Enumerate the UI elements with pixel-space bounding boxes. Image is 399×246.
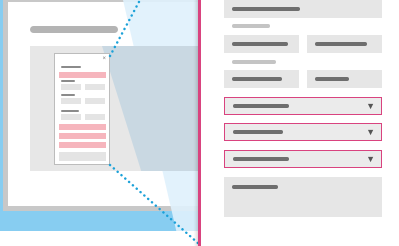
text-input[interactable] bbox=[224, 35, 299, 53]
select-dropdown[interactable]: ▼ bbox=[224, 123, 382, 141]
illustration: × ▼ ▼ ▼ bbox=[0, 0, 399, 246]
mini-input bbox=[61, 84, 81, 90]
mini-label-placeholder bbox=[61, 80, 75, 82]
select-value-placeholder bbox=[233, 104, 289, 108]
mini-input bbox=[85, 98, 105, 104]
input-value-placeholder bbox=[315, 42, 367, 46]
mini-select-error bbox=[59, 124, 106, 130]
mini-label-placeholder bbox=[61, 94, 75, 96]
text-input[interactable] bbox=[307, 70, 382, 88]
text-input[interactable] bbox=[224, 70, 299, 88]
text-area[interactable] bbox=[224, 177, 382, 217]
mini-form-panel: × bbox=[54, 53, 110, 165]
textarea-value-placeholder bbox=[232, 185, 278, 189]
caret-down-icon: ▼ bbox=[366, 101, 375, 111]
screen-title-placeholder bbox=[30, 26, 118, 33]
heading-placeholder bbox=[232, 7, 300, 11]
input-value-placeholder bbox=[232, 77, 282, 81]
mini-select-error bbox=[59, 72, 106, 78]
mini-input bbox=[61, 114, 81, 120]
input-value-placeholder bbox=[232, 42, 288, 46]
mini-select-error bbox=[59, 142, 106, 148]
select-value-placeholder bbox=[233, 157, 289, 161]
mini-select-error bbox=[59, 133, 106, 139]
form-panel: ▼ ▼ ▼ bbox=[198, 0, 399, 246]
caret-down-icon: ▼ bbox=[366, 127, 375, 137]
field-caption bbox=[232, 24, 270, 28]
close-icon: × bbox=[102, 56, 106, 62]
caret-down-icon: ▼ bbox=[366, 154, 375, 164]
select-dropdown[interactable]: ▼ bbox=[224, 97, 382, 115]
mini-textarea bbox=[59, 152, 106, 161]
mini-input bbox=[85, 84, 105, 90]
text-input[interactable] bbox=[307, 35, 382, 53]
mini-input bbox=[61, 98, 81, 104]
field-caption bbox=[232, 60, 276, 64]
mini-label-placeholder bbox=[61, 110, 79, 112]
mini-heading-placeholder bbox=[61, 66, 81, 68]
form-heading-field bbox=[224, 0, 382, 18]
select-dropdown[interactable]: ▼ bbox=[224, 150, 382, 168]
select-value-placeholder bbox=[233, 130, 283, 134]
input-value-placeholder bbox=[315, 77, 349, 81]
mini-input bbox=[85, 114, 105, 120]
